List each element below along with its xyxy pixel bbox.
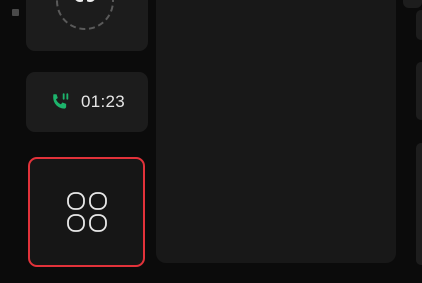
phone-call-icon — [53, 93, 69, 109]
media-tile[interactable] — [26, 0, 148, 51]
right-edge-panel — [416, 10, 422, 40]
app-grid-icon — [66, 192, 107, 232]
status-square-icon — [12, 9, 19, 16]
main-content-panel — [156, 0, 396, 263]
cd-disc-icon — [75, 0, 95, 6]
car-dashboard-screen: 01:23 — [0, 0, 422, 283]
right-edge-panel — [403, 0, 422, 8]
call-timer: 01:23 — [80, 92, 126, 111]
app-launcher-tile[interactable] — [28, 157, 145, 267]
call-tile[interactable]: 01:23 — [26, 72, 148, 132]
right-edge-panel — [416, 62, 422, 120]
right-edge-panel — [416, 143, 422, 265]
